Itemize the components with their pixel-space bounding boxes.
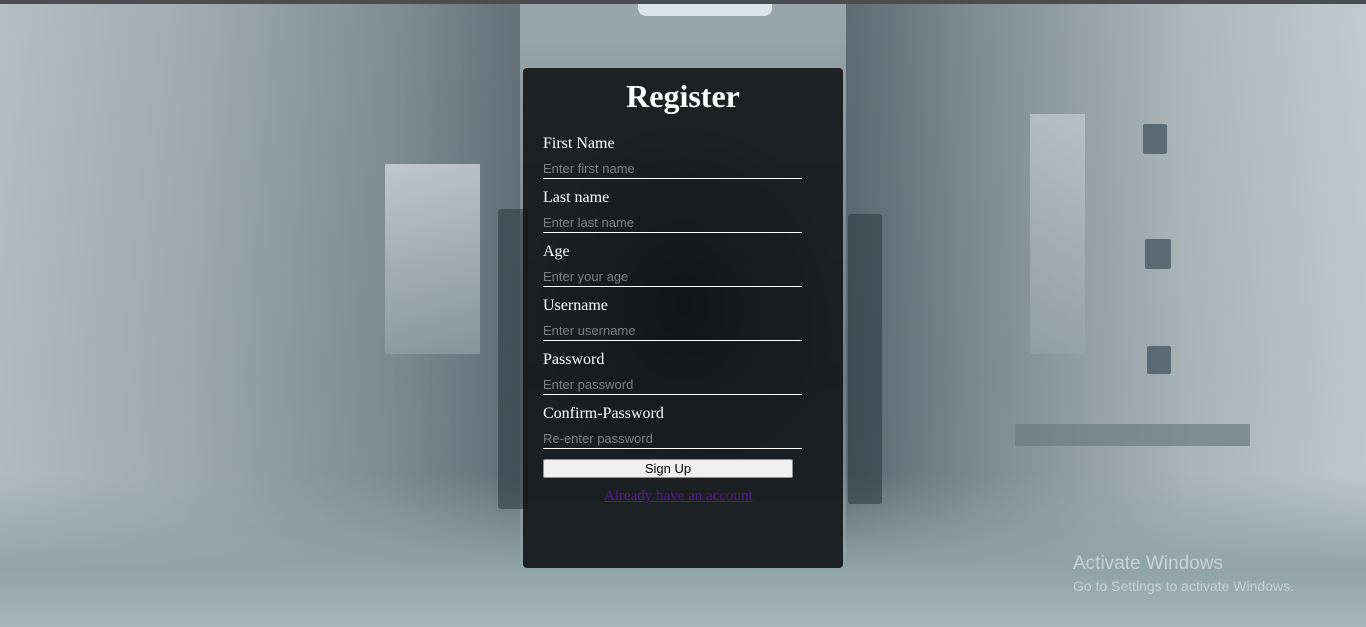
page-title: Register [626, 78, 740, 114]
activate-windows-title: Activate Windows [1073, 553, 1223, 574]
activate-windows-subtitle: Go to Settings to activate Windows. [1073, 578, 1294, 594]
corridor-window-left [385, 164, 480, 354]
password-label: Password [543, 351, 605, 368]
confirm-password-label: Confirm-Password [543, 405, 664, 422]
corridor-door-right [848, 214, 882, 504]
wall-rail [1015, 424, 1250, 446]
age-input[interactable] [543, 267, 802, 287]
ceiling-light [638, 4, 772, 16]
age-label: Age [543, 243, 570, 260]
username-input[interactable] [543, 321, 802, 341]
first-name-label: First Name [543, 135, 615, 152]
last-name-input[interactable] [543, 213, 802, 233]
wall-panel [1143, 124, 1167, 154]
last-name-label: Last name [543, 189, 610, 206]
login-link[interactable]: Already have an account [604, 488, 753, 505]
confirm-password-input[interactable] [543, 429, 802, 449]
first-name-input[interactable] [543, 159, 802, 179]
wall-panel [1145, 239, 1171, 269]
sign-up-button[interactable]: Sign Up [543, 459, 793, 478]
password-input[interactable] [543, 375, 802, 395]
username-label: Username [543, 297, 608, 314]
wall-panel [1147, 346, 1171, 374]
corridor-window-right [1030, 114, 1085, 354]
